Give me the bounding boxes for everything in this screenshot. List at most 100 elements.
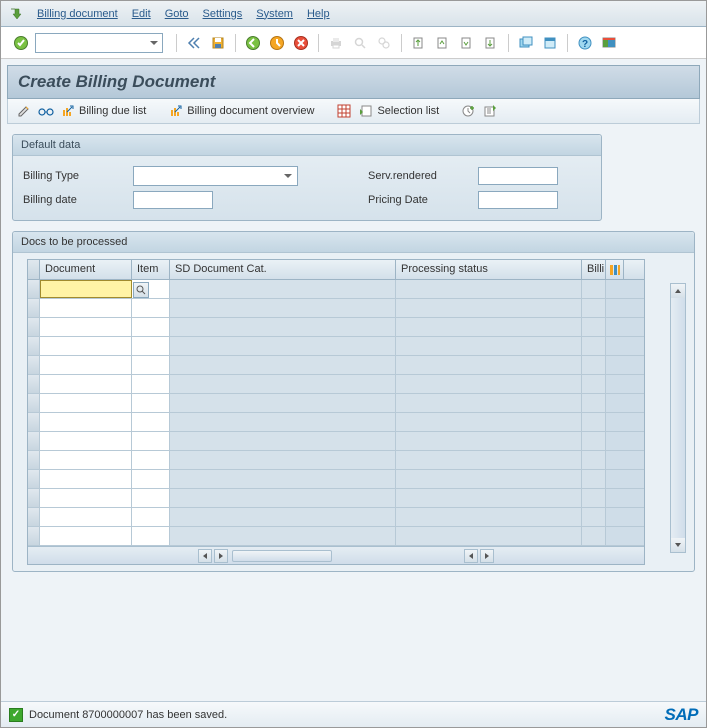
cell-item[interactable] bbox=[132, 299, 170, 317]
table-row[interactable] bbox=[28, 280, 644, 299]
cell-sd-cat[interactable] bbox=[170, 451, 396, 469]
cell-status[interactable] bbox=[396, 356, 582, 374]
scroll-down-icon[interactable] bbox=[671, 538, 685, 552]
back-icon[interactable] bbox=[243, 33, 263, 53]
cell-item[interactable] bbox=[132, 508, 170, 526]
glasses-icon[interactable] bbox=[38, 103, 54, 119]
cancel-icon[interactable] bbox=[291, 33, 311, 53]
billing-doc-overview-button[interactable]: Billing document overview bbox=[168, 103, 314, 119]
cell-document[interactable] bbox=[40, 375, 132, 393]
col-selector[interactable] bbox=[28, 260, 40, 279]
cell-sd-cat[interactable] bbox=[170, 432, 396, 450]
cell-item[interactable] bbox=[132, 489, 170, 507]
cell-billing[interactable] bbox=[582, 375, 606, 393]
table-row[interactable] bbox=[28, 337, 644, 356]
cell-billing[interactable] bbox=[582, 394, 606, 412]
cell-status[interactable] bbox=[396, 394, 582, 412]
col-processing-status[interactable]: Processing status bbox=[396, 260, 582, 279]
cell-sd-cat[interactable] bbox=[170, 299, 396, 317]
cell-status[interactable] bbox=[396, 337, 582, 355]
row-selector[interactable] bbox=[28, 337, 40, 355]
back-double-icon[interactable] bbox=[184, 33, 204, 53]
cell-item[interactable] bbox=[132, 356, 170, 374]
first-page-icon[interactable] bbox=[409, 33, 429, 53]
row-selector[interactable] bbox=[28, 432, 40, 450]
table-row[interactable] bbox=[28, 394, 644, 413]
table-row[interactable] bbox=[28, 318, 644, 337]
cell-billing[interactable] bbox=[582, 299, 606, 317]
cell-billing[interactable] bbox=[582, 470, 606, 488]
cell-document[interactable] bbox=[40, 356, 132, 374]
cell-status[interactable] bbox=[396, 413, 582, 431]
table-row[interactable] bbox=[28, 432, 644, 451]
cell-billing[interactable] bbox=[582, 413, 606, 431]
menu-command-icon[interactable] bbox=[9, 7, 23, 21]
table-row[interactable] bbox=[28, 375, 644, 394]
table-row[interactable] bbox=[28, 413, 644, 432]
help-icon[interactable]: ? bbox=[575, 33, 595, 53]
table-row[interactable] bbox=[28, 299, 644, 318]
cell-status[interactable] bbox=[396, 432, 582, 450]
cell-item[interactable] bbox=[132, 413, 170, 431]
cell-document[interactable] bbox=[40, 280, 132, 298]
cell-billing[interactable] bbox=[582, 356, 606, 374]
grid-icon[interactable] bbox=[336, 103, 352, 119]
cell-billing[interactable] bbox=[582, 432, 606, 450]
row-selector[interactable] bbox=[28, 470, 40, 488]
scroll-right-end-icon[interactable] bbox=[480, 549, 494, 563]
col-item[interactable]: Item bbox=[132, 260, 170, 279]
cell-item[interactable] bbox=[132, 432, 170, 450]
cell-status[interactable] bbox=[396, 318, 582, 336]
cell-document[interactable] bbox=[40, 394, 132, 412]
row-selector[interactable] bbox=[28, 318, 40, 336]
last-page-icon[interactable] bbox=[481, 33, 501, 53]
cell-billing[interactable] bbox=[582, 337, 606, 355]
clock-plus-icon[interactable] bbox=[461, 103, 477, 119]
cell-item[interactable] bbox=[132, 375, 170, 393]
cell-sd-cat[interactable] bbox=[170, 394, 396, 412]
enter-icon[interactable] bbox=[11, 33, 31, 53]
cell-status[interactable] bbox=[396, 280, 582, 298]
row-selector[interactable] bbox=[28, 489, 40, 507]
cell-sd-cat[interactable] bbox=[170, 470, 396, 488]
cell-document[interactable] bbox=[40, 413, 132, 431]
cell-sd-cat[interactable] bbox=[170, 337, 396, 355]
table-row[interactable] bbox=[28, 356, 644, 375]
cell-sd-cat[interactable] bbox=[170, 356, 396, 374]
row-selector[interactable] bbox=[28, 375, 40, 393]
cell-sd-cat[interactable] bbox=[170, 508, 396, 526]
menu-settings[interactable]: Settings bbox=[203, 8, 243, 20]
row-selector[interactable] bbox=[28, 280, 40, 298]
cell-status[interactable] bbox=[396, 375, 582, 393]
cell-document[interactable] bbox=[40, 527, 132, 545]
col-billing[interactable]: Billi bbox=[582, 260, 606, 279]
prev-page-icon[interactable] bbox=[433, 33, 453, 53]
cell-sd-cat[interactable] bbox=[170, 489, 396, 507]
cell-document[interactable] bbox=[40, 470, 132, 488]
cell-document[interactable] bbox=[40, 432, 132, 450]
find-icon[interactable] bbox=[350, 33, 370, 53]
table-row[interactable] bbox=[28, 489, 644, 508]
edit-icon[interactable] bbox=[16, 103, 32, 119]
layout-icon[interactable] bbox=[599, 33, 619, 53]
menu-help[interactable]: Help bbox=[307, 8, 330, 20]
menu-goto[interactable]: Goto bbox=[165, 8, 189, 20]
table-row[interactable] bbox=[28, 508, 644, 527]
cell-billing[interactable] bbox=[582, 451, 606, 469]
table-row[interactable] bbox=[28, 451, 644, 470]
cell-item[interactable] bbox=[132, 318, 170, 336]
serv-rendered-input[interactable] bbox=[478, 167, 558, 185]
row-selector[interactable] bbox=[28, 508, 40, 526]
row-selector[interactable] bbox=[28, 394, 40, 412]
scroll-right-icon[interactable] bbox=[214, 549, 228, 563]
scroll-thumb[interactable] bbox=[232, 550, 332, 562]
cell-item[interactable] bbox=[132, 470, 170, 488]
cell-document[interactable] bbox=[40, 451, 132, 469]
cell-status[interactable] bbox=[396, 299, 582, 317]
find-next-icon[interactable] bbox=[374, 33, 394, 53]
configure-columns-icon[interactable] bbox=[606, 260, 624, 279]
row-selector[interactable] bbox=[28, 356, 40, 374]
cell-document[interactable] bbox=[40, 337, 132, 355]
col-sd-doc-cat[interactable]: SD Document Cat. bbox=[170, 260, 396, 279]
cell-item[interactable] bbox=[132, 394, 170, 412]
